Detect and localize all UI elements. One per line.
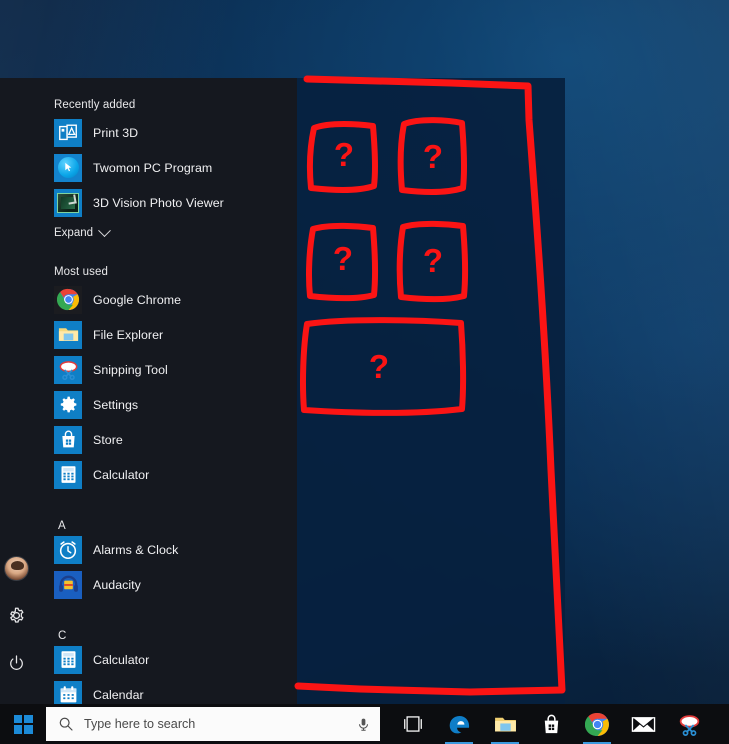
app-label: Twomon PC Program — [93, 160, 213, 175]
app-row-google-chrome[interactable]: Google Chrome — [32, 282, 297, 317]
print-3d-icon — [54, 118, 82, 147]
taskbar-item-chrome[interactable] — [574, 704, 620, 744]
file-explorer-icon — [54, 320, 82, 349]
3d-vision-photo-viewer-icon — [54, 188, 82, 217]
start-menu-app-list[interactable]: Recently added Print 3D Twomon PC Progra… — [32, 78, 297, 704]
expand-button[interactable]: Expand — [32, 220, 297, 246]
chrome-icon — [584, 712, 609, 736]
alpha-header-a: A — [58, 520, 66, 532]
taskbar-item-snipping-tool[interactable] — [666, 704, 712, 744]
search-input[interactable]: Type here to search — [46, 707, 380, 741]
app-row-file-explorer[interactable]: File Explorer — [32, 317, 297, 352]
app-row-store[interactable]: Store — [32, 422, 297, 457]
app-row-settings[interactable]: Settings — [32, 387, 297, 422]
app-row-audacity[interactable]: Audacity — [32, 567, 297, 602]
edge-icon — [449, 715, 469, 733]
app-row-calculator[interactable]: Calculator — [32, 642, 297, 677]
calendar-icon — [54, 680, 82, 704]
section-header-most-used: Most used — [54, 266, 108, 278]
expand-label: Expand — [54, 227, 94, 239]
app-label: Print 3D — [93, 125, 139, 140]
app-label: Calculator — [93, 467, 150, 482]
app-label: Settings — [93, 397, 139, 412]
taskbar-item-store[interactable] — [528, 704, 574, 744]
app-label: Snipping Tool — [93, 362, 168, 377]
app-row-snipping-tool[interactable]: Snipping Tool — [32, 352, 297, 387]
alpha-header-c: C — [58, 630, 67, 642]
app-row-print-3d[interactable]: Print 3D — [32, 115, 297, 150]
taskbar-item-task-view[interactable] — [390, 704, 436, 744]
search-placeholder-text: Type here to search — [84, 717, 196, 731]
chevron-down-icon — [98, 223, 111, 237]
app-label: File Explorer — [93, 327, 164, 342]
file-explorer-icon — [494, 717, 516, 731]
hamburger-menu-icon[interactable] — [32, 86, 38, 118]
settings-rail-button[interactable] — [0, 596, 32, 634]
microphone-icon[interactable] — [356, 716, 371, 733]
snipping-tool-icon — [54, 355, 82, 384]
taskbar-items — [390, 704, 712, 744]
calculator-icon — [54, 460, 82, 489]
taskbar-item-file-explorer[interactable] — [482, 704, 528, 744]
task-view-icon — [404, 716, 422, 732]
power-icon — [9, 654, 23, 670]
app-row-alarms-clock[interactable]: Alarms & Clock — [32, 532, 297, 567]
app-label: Calculator — [93, 652, 150, 667]
app-label: 3D Vision Photo Viewer — [93, 195, 224, 210]
store-icon — [54, 425, 82, 454]
user-avatar-button[interactable] — [0, 549, 32, 587]
audacity-icon — [54, 570, 82, 599]
taskbar: Type here to search — [0, 704, 729, 744]
app-row-calendar[interactable]: Calendar — [32, 677, 297, 704]
store-icon — [544, 714, 558, 733]
start-menu-left-rail — [0, 78, 32, 704]
app-label: Google Chrome — [93, 292, 182, 307]
start-button[interactable] — [0, 704, 46, 744]
app-row-calculator-most-used[interactable]: Calculator — [32, 457, 297, 492]
power-rail-button[interactable] — [0, 644, 32, 682]
app-label: Calendar — [93, 687, 144, 702]
app-row-twomon-pc-program[interactable]: Twomon PC Program — [32, 150, 297, 185]
mail-icon — [631, 717, 655, 732]
avatar — [3, 555, 29, 581]
app-label: Audacity — [93, 577, 141, 592]
twomon-pc-program-icon — [54, 153, 82, 182]
taskbar-item-mail[interactable] — [620, 704, 666, 744]
chrome-icon — [54, 285, 82, 314]
snipping-tool-icon — [679, 714, 699, 736]
start-menu: Recently added Print 3D Twomon PC Progra… — [0, 78, 565, 704]
gear-icon — [54, 390, 82, 419]
app-label: Alarms & Clock — [93, 542, 179, 557]
start-menu-tiles-pane[interactable] — [297, 78, 565, 704]
app-row-3d-vision-photo-viewer[interactable]: 3D Vision Photo Viewer — [32, 185, 297, 220]
search-icon — [59, 717, 73, 731]
gear-icon — [9, 607, 23, 623]
section-header-recently-added: Recently added — [54, 99, 136, 111]
calculator-icon — [54, 645, 82, 674]
app-label: Store — [93, 432, 123, 447]
alarms-clock-icon — [54, 535, 82, 564]
taskbar-item-edge[interactable] — [436, 704, 482, 744]
windows-logo-icon — [13, 714, 33, 734]
